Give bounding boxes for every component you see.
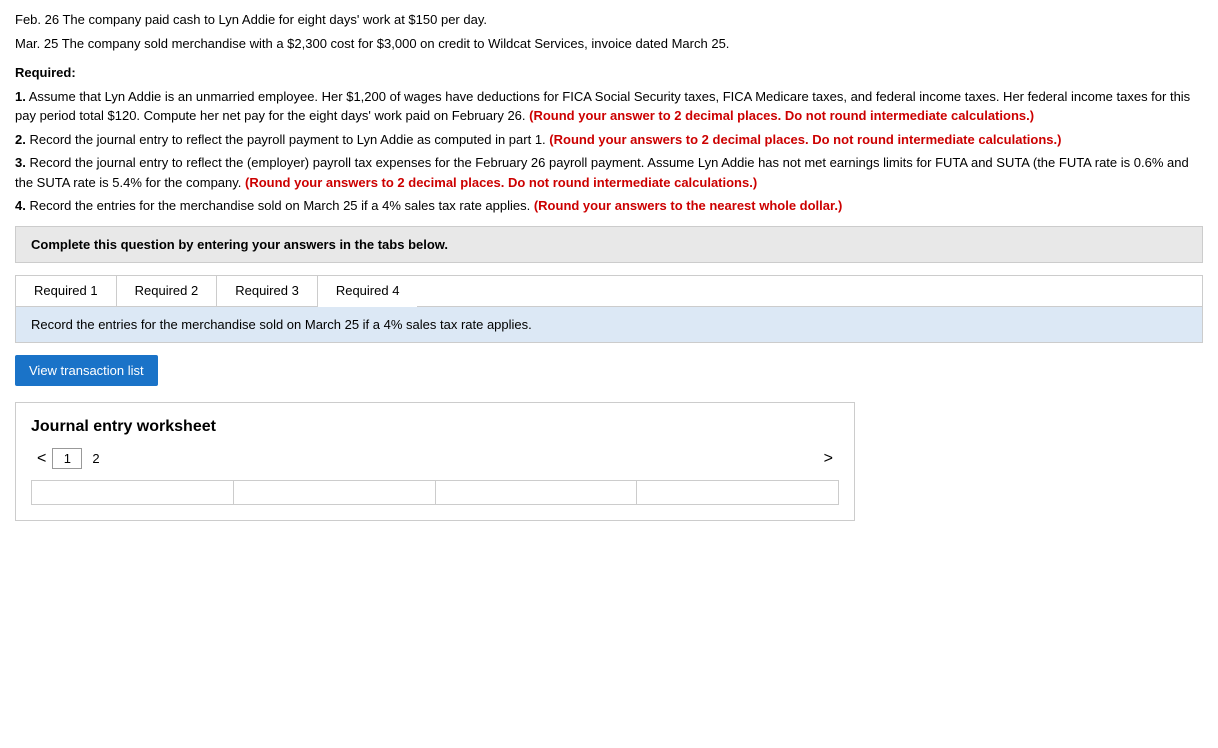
- item-4-text: Record the entries for the merchandise s…: [29, 198, 533, 213]
- item-1-red: (Round your answer to 2 decimal places. …: [529, 108, 1034, 123]
- item-3-red: (Round your answers to 2 decimal places.…: [245, 175, 757, 190]
- tab-required-3[interactable]: Required 3: [217, 276, 318, 306]
- item-2: 2. Record the journal entry to reflect t…: [15, 130, 1203, 150]
- page-next-button[interactable]: >: [818, 448, 839, 470]
- tab-required-2[interactable]: Required 2: [117, 276, 218, 306]
- instruction-box: Complete this question by entering your …: [15, 226, 1203, 263]
- page-current[interactable]: 1: [52, 448, 82, 469]
- tabs-row: Required 1 Required 2 Required 3 Require…: [16, 276, 1202, 307]
- table-cell: [637, 480, 839, 504]
- worksheet-box: Journal entry worksheet < 1 2 >: [15, 402, 855, 521]
- item-2-red: (Round your answers to 2 decimal places.…: [549, 132, 1061, 147]
- page-prev-button[interactable]: <: [31, 448, 52, 470]
- table-cell: [32, 480, 234, 504]
- item-2-number: 2.: [15, 132, 26, 147]
- tabs-container: Required 1 Required 2 Required 3 Require…: [15, 275, 1203, 343]
- transaction-lines: Feb. 26 The company paid cash to Lyn Add…: [15, 10, 1203, 53]
- item-1: 1. Assume that Lyn Addie is an unmarried…: [15, 87, 1203, 126]
- required-section: Required: 1. Assume that Lyn Addie is an…: [15, 63, 1203, 216]
- tab-content: Record the entries for the merchandise s…: [16, 307, 1202, 342]
- table-cell: [233, 480, 435, 504]
- worksheet-title: Journal entry worksheet: [31, 418, 839, 436]
- item-1-number: 1.: [15, 89, 26, 104]
- item-2-text: Record the journal entry to reflect the …: [29, 132, 549, 147]
- journal-entry-table: [31, 480, 839, 505]
- transaction-line-1: Feb. 26 The company paid cash to Lyn Add…: [15, 10, 1203, 30]
- transaction-line-2: Mar. 25 The company sold merchandise wit…: [15, 34, 1203, 54]
- required-label: Required:: [15, 65, 76, 80]
- tab-required-1[interactable]: Required 1: [16, 276, 117, 306]
- item-3-number: 3.: [15, 155, 26, 170]
- table-cell: [435, 480, 637, 504]
- item-3: 3. Record the journal entry to reflect t…: [15, 153, 1203, 192]
- tab-required-4[interactable]: Required 4: [318, 276, 418, 307]
- item-4: 4. Record the entries for the merchandis…: [15, 196, 1203, 216]
- tab-content-text: Record the entries for the merchandise s…: [31, 317, 532, 332]
- view-transaction-list-button[interactable]: View transaction list: [15, 355, 158, 386]
- item-4-number: 4.: [15, 198, 26, 213]
- item-4-red: (Round your answers to the nearest whole…: [534, 198, 842, 213]
- instruction-text: Complete this question by entering your …: [31, 237, 448, 252]
- pagination-row: < 1 2 >: [31, 448, 839, 470]
- table-row: [32, 480, 839, 504]
- page-next-label: 2: [82, 449, 109, 468]
